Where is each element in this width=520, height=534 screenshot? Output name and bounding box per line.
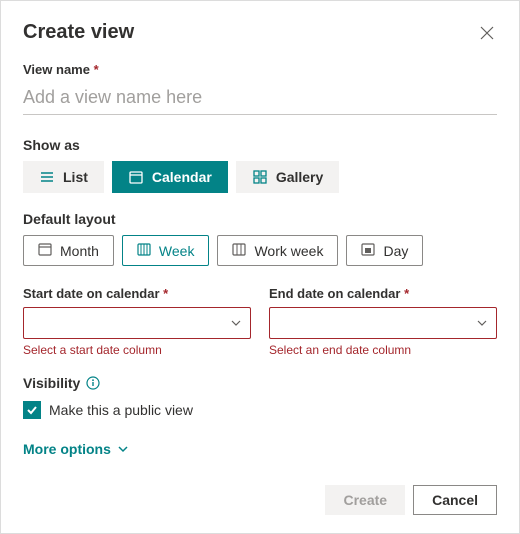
start-date-error: Select a start date column: [23, 343, 251, 357]
day-icon: [361, 242, 375, 259]
show-as-list[interactable]: List: [23, 161, 104, 193]
chevron-down-icon: [117, 443, 129, 455]
layout-options: Month Week Work week Day: [23, 235, 497, 266]
close-button[interactable]: [477, 23, 497, 43]
start-date-field: Start date on calendar * Select a start …: [23, 286, 251, 357]
dialog-footer: Create Cancel: [325, 485, 497, 515]
check-icon: [26, 404, 38, 416]
default-layout-label: Default layout: [23, 211, 497, 227]
dialog-title: Create view: [23, 21, 134, 44]
visibility-header: Visibility: [23, 375, 497, 391]
date-columns-row: Start date on calendar * Select a start …: [23, 286, 497, 357]
start-date-select[interactable]: [23, 307, 251, 339]
layout-month[interactable]: Month: [23, 235, 114, 266]
public-view-row: Make this a public view: [23, 401, 497, 419]
visibility-section: Visibility Make this a public view: [23, 375, 497, 419]
more-options-toggle[interactable]: More options: [23, 441, 129, 457]
cancel-button[interactable]: Cancel: [413, 485, 497, 515]
close-icon: [480, 26, 494, 40]
start-date-label: Start date on calendar *: [23, 286, 251, 301]
chevron-down-icon: [476, 317, 488, 329]
layout-week[interactable]: Week: [122, 235, 210, 266]
info-icon[interactable]: [86, 376, 100, 390]
list-icon: [39, 169, 55, 185]
end-date-select[interactable]: [269, 307, 497, 339]
show-as-label: Show as: [23, 137, 497, 153]
layout-workweek[interactable]: Work week: [217, 235, 338, 266]
public-view-label: Make this a public view: [49, 402, 193, 418]
week-icon: [137, 242, 151, 259]
month-icon: [38, 242, 52, 259]
end-date-field: End date on calendar * Select an end dat…: [269, 286, 497, 357]
end-date-label: End date on calendar *: [269, 286, 497, 301]
create-button: Create: [325, 485, 405, 515]
calendar-icon: [128, 169, 144, 185]
public-view-checkbox[interactable]: [23, 401, 41, 419]
dialog-header: Create view: [23, 21, 497, 44]
view-name-input[interactable]: [23, 83, 497, 115]
show-as-options: List Calendar Gallery: [23, 161, 497, 193]
workweek-icon: [232, 242, 246, 259]
view-name-field: View name *: [23, 62, 497, 115]
end-date-error: Select an end date column: [269, 343, 497, 357]
visibility-label: Visibility: [23, 375, 80, 391]
layout-day[interactable]: Day: [346, 235, 423, 266]
create-view-dialog: Create view View name * Show as List Cal…: [0, 0, 520, 534]
gallery-icon: [252, 169, 268, 185]
show-as-calendar[interactable]: Calendar: [112, 161, 228, 193]
show-as-section: Show as List Calendar Gallery: [23, 137, 497, 193]
default-layout-section: Default layout Month Week Work week: [23, 211, 497, 266]
view-name-label: View name *: [23, 62, 497, 77]
show-as-gallery[interactable]: Gallery: [236, 161, 339, 193]
chevron-down-icon: [230, 317, 242, 329]
